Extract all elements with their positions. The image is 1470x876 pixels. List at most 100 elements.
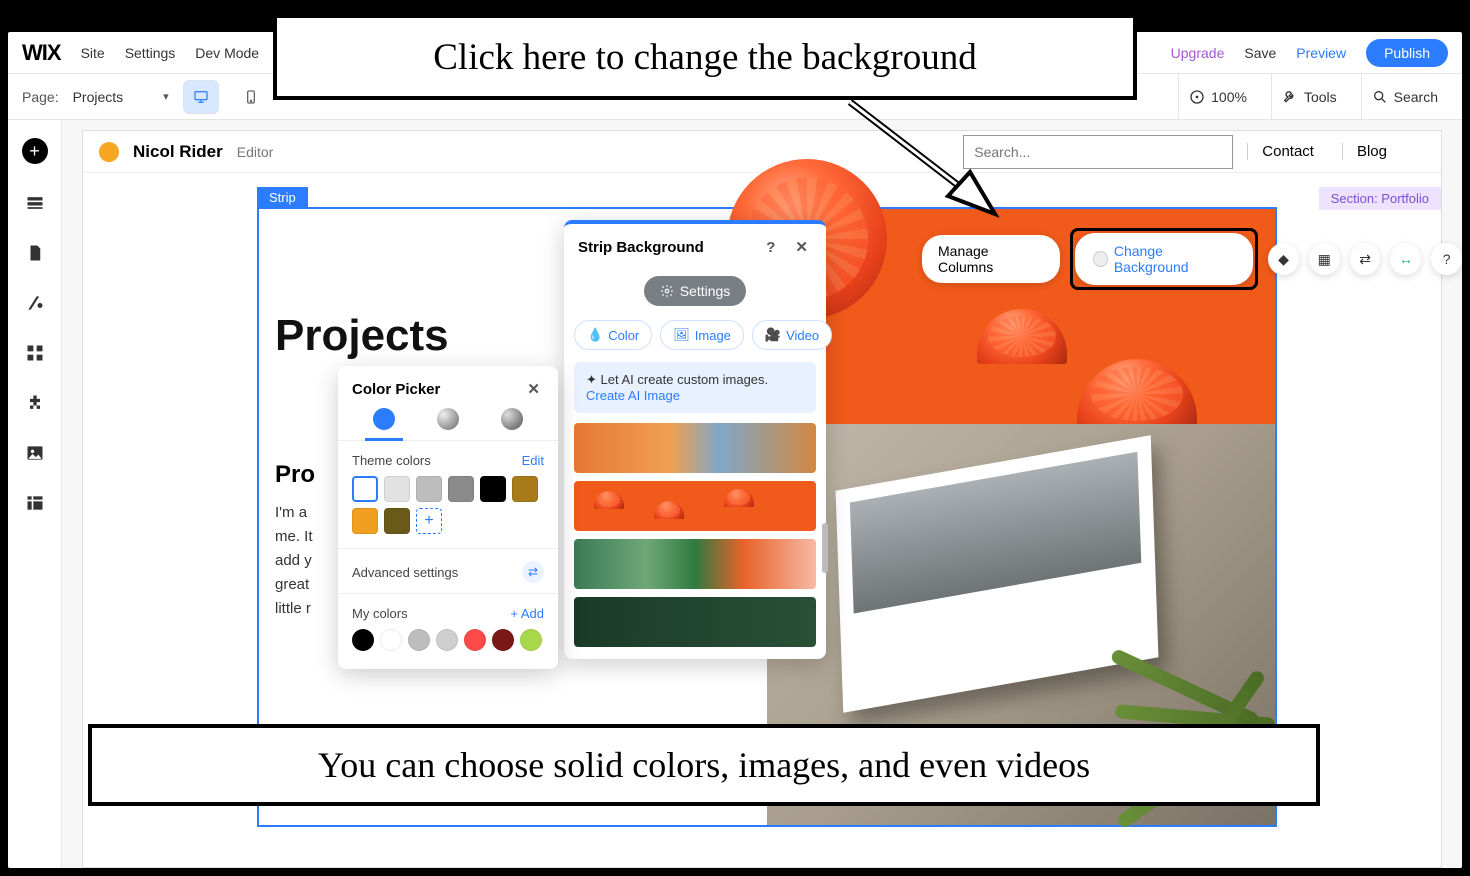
- manage-columns-button[interactable]: Manage Columns: [922, 235, 1060, 283]
- publish-button[interactable]: Publish: [1366, 39, 1448, 67]
- zoom-control[interactable]: 100%: [1178, 74, 1257, 119]
- color-mode-tabs: [338, 408, 558, 441]
- sections-icon[interactable]: [24, 192, 46, 214]
- menu-settings[interactable]: Settings: [125, 45, 176, 61]
- bg-thumb-2[interactable]: [574, 481, 816, 531]
- theme-swatch[interactable]: [416, 476, 442, 502]
- nav-blog[interactable]: Blog: [1342, 143, 1401, 160]
- solid-color-tab[interactable]: [373, 408, 395, 430]
- theme-colors-section: Theme colors Edit +: [338, 441, 558, 538]
- tools-menu[interactable]: Tools: [1271, 74, 1347, 119]
- zoom-value: 100%: [1211, 89, 1247, 105]
- edit-theme-link[interactable]: Edit: [522, 453, 544, 468]
- wix-logo[interactable]: WIX: [22, 40, 61, 66]
- design-icon[interactable]: [24, 292, 46, 314]
- nav-contact[interactable]: Contact: [1247, 143, 1328, 160]
- upgrade-link[interactable]: Upgrade: [1171, 45, 1225, 61]
- theme-swatch[interactable]: [384, 508, 410, 534]
- change-background-button[interactable]: Change Background: [1075, 233, 1254, 285]
- menu-site[interactable]: Site: [81, 45, 105, 61]
- my-color-swatch[interactable]: [408, 629, 430, 651]
- page-label: Page:: [22, 89, 59, 105]
- theme-swatch[interactable]: [512, 476, 538, 502]
- pages-icon[interactable]: [24, 242, 46, 264]
- ai-text: Let AI create custom images.: [601, 372, 769, 387]
- save-link[interactable]: Save: [1244, 45, 1276, 61]
- gear-icon: [660, 284, 674, 298]
- layout-icon[interactable]: ▦: [1309, 243, 1340, 275]
- site-logo-icon: [99, 142, 119, 162]
- site-header: Nicol Rider Editor Contact Blog: [83, 131, 1441, 173]
- panel-help-icon[interactable]: ?: [762, 239, 779, 256]
- animation-icon[interactable]: ◆: [1268, 243, 1299, 275]
- theme-swatch[interactable]: [480, 476, 506, 502]
- page-selector[interactable]: Projects ▾: [73, 89, 169, 105]
- close-icon[interactable]: ✕: [523, 380, 544, 398]
- desktop-view-button[interactable]: [183, 80, 219, 114]
- my-color-swatch[interactable]: [352, 629, 374, 651]
- site-search-input[interactable]: [963, 135, 1233, 169]
- ai-banner[interactable]: ✦ Let AI create custom images. Create AI…: [574, 362, 816, 413]
- page-heading[interactable]: Projects: [275, 311, 449, 361]
- my-color-swatch[interactable]: [380, 629, 402, 651]
- gradient-tab[interactable]: [437, 408, 459, 430]
- addons-icon[interactable]: [24, 392, 46, 414]
- search-menu[interactable]: Search: [1361, 74, 1448, 119]
- color-picker-header: Color Picker ✕: [338, 366, 558, 408]
- theme-swatch[interactable]: [352, 476, 378, 502]
- apps-icon[interactable]: [24, 342, 46, 364]
- bg-type-video[interactable]: 🎥Video: [752, 320, 832, 350]
- image-icon: 🖼: [673, 327, 690, 343]
- my-color-swatch[interactable]: [492, 629, 514, 651]
- search-label: Search: [1394, 89, 1438, 105]
- my-color-swatch[interactable]: [520, 629, 542, 651]
- my-colors-label: My colors: [352, 606, 408, 621]
- color-picker-panel: Color Picker ✕ Theme colors Edit +: [338, 366, 558, 669]
- media-icon[interactable]: [24, 442, 46, 464]
- menu-devmode[interactable]: Dev Mode: [195, 45, 259, 61]
- tutorial-callout-bottom: You can choose solid colors, images, and…: [88, 724, 1320, 806]
- strip-background-panel: Strip Background ? ✕ Settings 💧Color 🖼Im…: [564, 220, 826, 659]
- editor-tag: Editor: [237, 144, 274, 160]
- add-element-button[interactable]: +: [22, 138, 48, 164]
- cms-icon[interactable]: [24, 492, 46, 514]
- settings-label: Settings: [680, 283, 731, 299]
- ai-link[interactable]: Create AI Image: [586, 388, 680, 403]
- section-label[interactable]: Section: Portfolio: [1319, 187, 1441, 210]
- panel-title: Strip Background: [578, 239, 704, 256]
- bg-thumb-3[interactable]: [574, 539, 816, 589]
- resize-icon[interactable]: ↔: [1390, 243, 1421, 275]
- bg-type-image[interactable]: 🖼Image: [660, 320, 744, 350]
- stretch-icon[interactable]: ⇄: [1350, 243, 1381, 275]
- tutorial-callout-top: Click here to change the background: [273, 14, 1137, 100]
- grapefruit-slice-icon: [1077, 359, 1197, 429]
- change-bg-label: Change Background: [1114, 243, 1235, 275]
- texture-tab[interactable]: [501, 408, 523, 430]
- bg-type-color[interactable]: 💧Color: [574, 320, 652, 350]
- advanced-icon[interactable]: ⇄: [522, 561, 544, 583]
- settings-button[interactable]: Settings: [644, 276, 747, 306]
- help-icon[interactable]: ?: [1431, 243, 1462, 275]
- add-color-link[interactable]: + Add: [510, 606, 544, 621]
- my-color-swatch[interactable]: [464, 629, 486, 651]
- close-icon[interactable]: ✕: [791, 238, 812, 256]
- strip-label[interactable]: Strip: [257, 187, 308, 208]
- my-colors-section: My colors + Add: [338, 593, 558, 655]
- my-color-swatch[interactable]: [436, 629, 458, 651]
- advanced-label: Advanced settings: [352, 565, 458, 580]
- advanced-settings-row[interactable]: Advanced settings ⇄: [338, 548, 558, 583]
- preview-link[interactable]: Preview: [1296, 45, 1346, 61]
- theme-swatch[interactable]: [352, 508, 378, 534]
- mobile-view-button[interactable]: [233, 80, 269, 114]
- theme-colors-label: Theme colors: [352, 453, 431, 468]
- site-name: Nicol Rider: [133, 142, 223, 162]
- bg-type-tabs: 💧Color 🖼Image 🎥Video: [564, 320, 826, 350]
- bg-thumb-4[interactable]: [574, 597, 816, 647]
- body-text[interactable]: I'm a me. It add y great little r: [275, 501, 335, 621]
- add-swatch-button[interactable]: +: [416, 508, 442, 534]
- scrollbar-thumb[interactable]: [822, 523, 828, 573]
- theme-swatch[interactable]: [448, 476, 474, 502]
- theme-swatch[interactable]: [384, 476, 410, 502]
- bg-thumb-1[interactable]: [574, 423, 816, 473]
- bg-thumbnails: [564, 423, 826, 647]
